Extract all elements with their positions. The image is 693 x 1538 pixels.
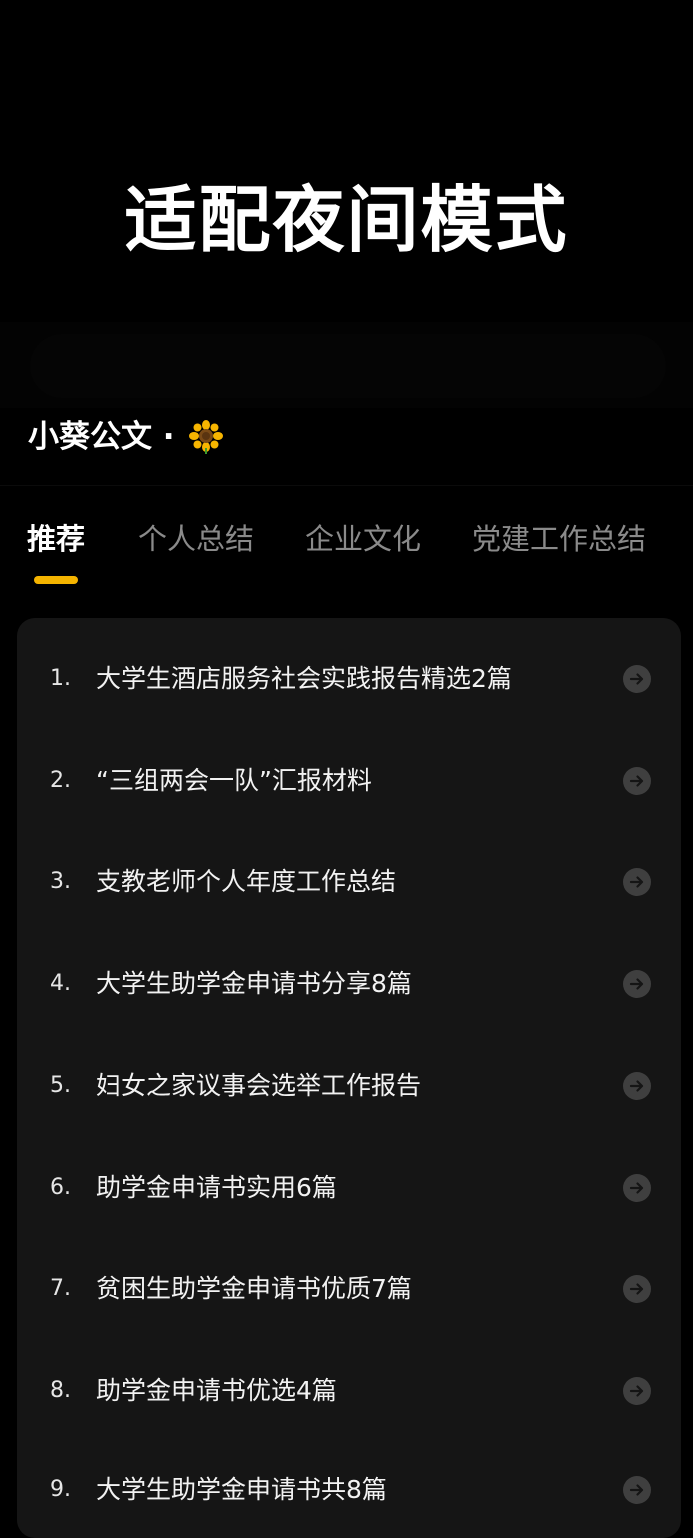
arrow-right-circle-icon[interactable] (623, 1377, 651, 1405)
list-item-number: 7. (50, 1276, 71, 1301)
arrow-right-circle-icon[interactable] (623, 1275, 651, 1303)
list-item-number: 4. (50, 971, 71, 996)
active-tab-indicator (34, 576, 78, 584)
arrow-right-circle-icon[interactable] (623, 665, 651, 693)
list-item-number: 2. (50, 768, 71, 793)
list-item[interactable]: 2. “三组两会一队”汇报材料 (17, 751, 681, 811)
tab-recommended[interactable]: 推荐 (27, 510, 85, 568)
list-item[interactable]: 3. 支教老师个人年度工作总结 (17, 852, 681, 912)
tab-personal-summary[interactable]: 个人总结 (138, 510, 254, 568)
list-item-title: 助学金申请书实用6篇 (96, 1173, 337, 1202)
arrow-right-circle-icon[interactable] (623, 868, 651, 896)
list-item[interactable]: 4. 大学生助学金申请书分享8篇 (17, 954, 681, 1014)
hero-title: 适配夜间模式 (124, 178, 569, 262)
list-item-title: 大学生酒店服务社会实践报告精选2篇 (96, 664, 512, 693)
header-divider (0, 485, 693, 486)
list-item-number: 3. (50, 869, 71, 894)
arrow-right-circle-icon[interactable] (623, 1174, 651, 1202)
list-item[interactable]: 8. 助学金申请书优选4篇 (17, 1361, 681, 1421)
list-item-title: 贫困生助学金申请书优质7篇 (96, 1274, 412, 1303)
list-item-number: 1. (50, 666, 71, 691)
list-item-number: 5. (50, 1073, 71, 1098)
app-name: 小葵公文 · (28, 419, 175, 455)
list-item[interactable]: 1. 大学生酒店服务社会实践报告精选2篇 (17, 649, 681, 709)
search-bar[interactable] (30, 334, 666, 398)
list-item[interactable]: 6. 助学金申请书实用6篇 (17, 1158, 681, 1218)
arrow-right-circle-icon[interactable] (623, 767, 651, 795)
sunflower-icon (188, 420, 223, 454)
list-item-title: 大学生助学金申请书共8篇 (96, 1475, 387, 1504)
list-item-number: 9. (50, 1477, 71, 1502)
arrow-right-circle-icon[interactable] (623, 1072, 651, 1100)
list-item-number: 6. (50, 1175, 71, 1200)
tab-party-building-summary[interactable]: 党建工作总结 (472, 510, 646, 568)
list-item[interactable]: 5. 妇女之家议事会选举工作报告 (17, 1056, 681, 1116)
list-item[interactable]: 9. 大学生助学金申请书共8篇 (17, 1460, 681, 1520)
arrow-right-circle-icon[interactable] (623, 970, 651, 998)
tab-corporate-culture[interactable]: 企业文化 (305, 510, 421, 568)
app-header: 小葵公文 · (28, 414, 223, 460)
list-item-title: 妇女之家议事会选举工作报告 (96, 1071, 422, 1100)
list-item-title: 大学生助学金申请书分享8篇 (96, 969, 412, 998)
list-item-title: “三组两会一队”汇报材料 (96, 766, 372, 795)
list-item-title: 助学金申请书优选4篇 (96, 1376, 337, 1405)
category-tabs: 推荐 个人总结 企业文化 党建工作总结 (0, 510, 693, 590)
list-item-number: 8. (50, 1378, 71, 1403)
list-item[interactable]: 7. 贫困生助学金申请书优质7篇 (17, 1259, 681, 1319)
list-item-title: 支教老师个人年度工作总结 (96, 867, 397, 896)
